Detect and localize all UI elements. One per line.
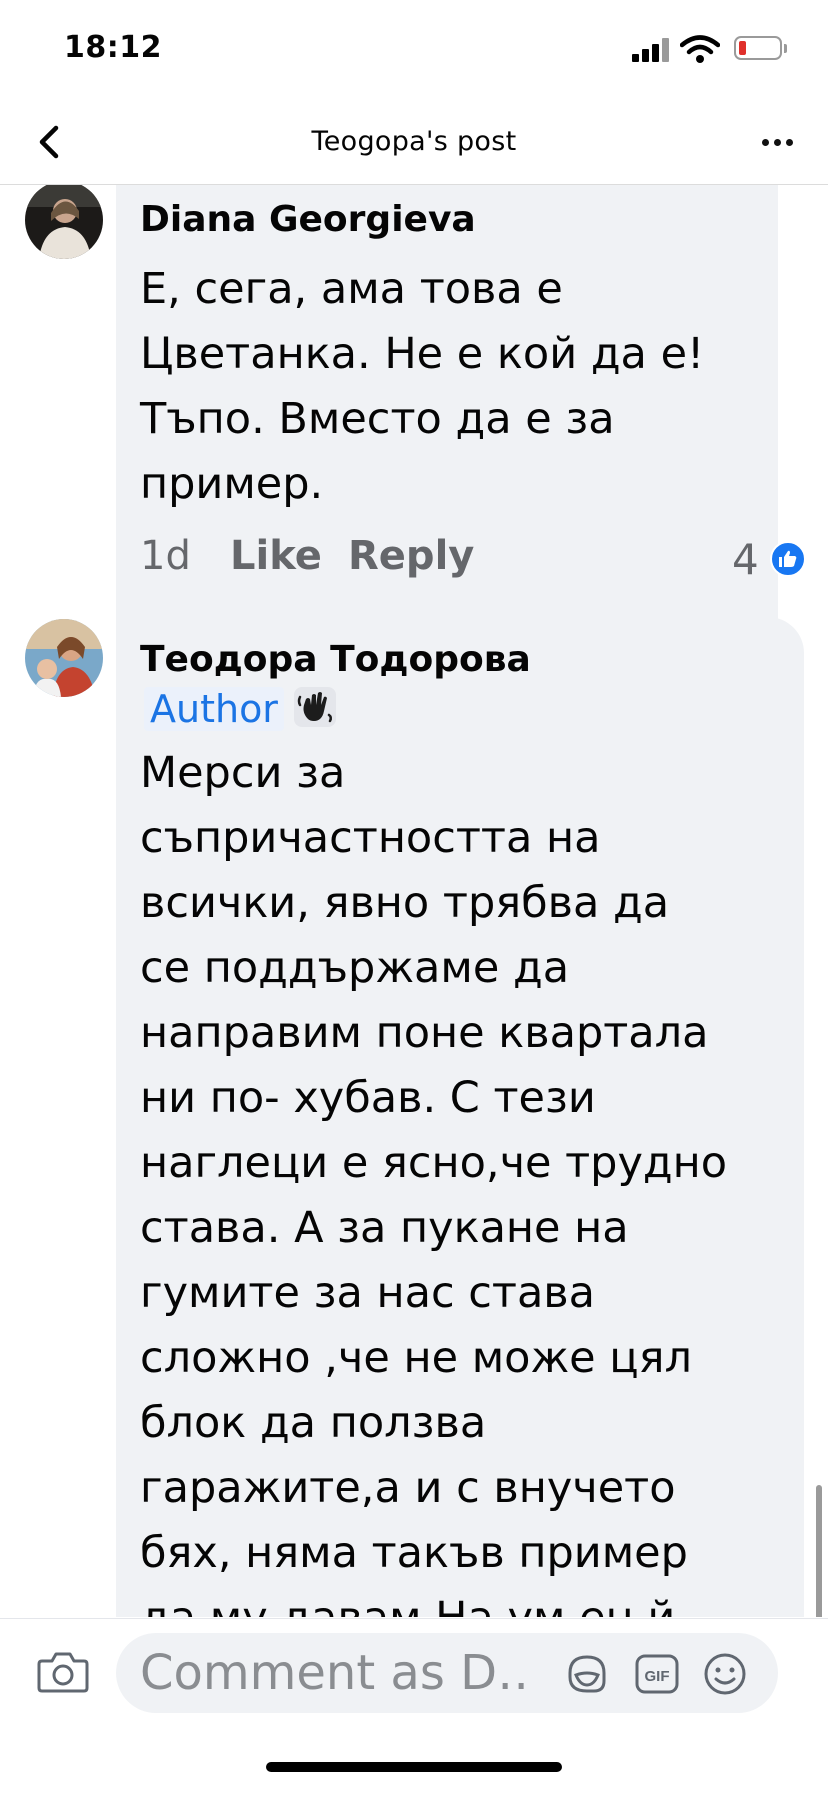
more-options-icon[interactable] — [756, 122, 800, 162]
like-reaction-icon — [770, 541, 806, 577]
reaction-count[interactable]: 4 — [732, 535, 759, 584]
gif-icon[interactable]: GIF — [634, 1651, 680, 1697]
page-title: Teogopa's post — [311, 126, 517, 157]
waving-hand-icon — [294, 687, 336, 727]
signal-icon — [632, 38, 672, 62]
wifi-icon — [680, 35, 720, 63]
post-header: Teogopa's post — [0, 100, 828, 185]
author-badge: Author — [144, 687, 284, 731]
avatar[interactable] — [25, 185, 103, 259]
comment-bubble: Теодора Тодорова Author Мерси за съприча… — [116, 617, 804, 1617]
battery-icon — [734, 36, 782, 60]
status-bar: 18:12 — [0, 0, 828, 100]
avatar[interactable] — [25, 619, 103, 697]
status-time: 18:12 — [64, 30, 162, 65]
status-icons — [632, 34, 792, 64]
emoji-icon[interactable] — [702, 1651, 748, 1697]
home-indicator[interactable] — [266, 1762, 562, 1772]
scrollbar[interactable] — [816, 1485, 822, 1617]
camera-icon[interactable] — [36, 1647, 90, 1695]
sticker-icon[interactable] — [564, 1651, 610, 1697]
reply-button[interactable]: Reply — [348, 533, 474, 579]
svg-text:GIF: GIF — [645, 1668, 670, 1685]
comment-author[interactable]: Теодора Тодорова — [140, 639, 531, 680]
comment-feed[interactable]: Diana Georgieva Е, сега, ама това е Цвет… — [0, 185, 828, 1617]
comment-time: 1d — [140, 533, 191, 579]
comment-input[interactable] — [140, 1641, 530, 1705]
comment-text: Е, сега, ама това е Цветанка. Не е кой д… — [140, 264, 705, 509]
like-button[interactable]: Like — [230, 533, 322, 579]
comment-author[interactable]: Diana Georgieva — [140, 199, 476, 240]
comment-box: GIF — [116, 1633, 778, 1713]
comment-text: Мерси за съпричастността на всички, явно… — [140, 748, 728, 1617]
